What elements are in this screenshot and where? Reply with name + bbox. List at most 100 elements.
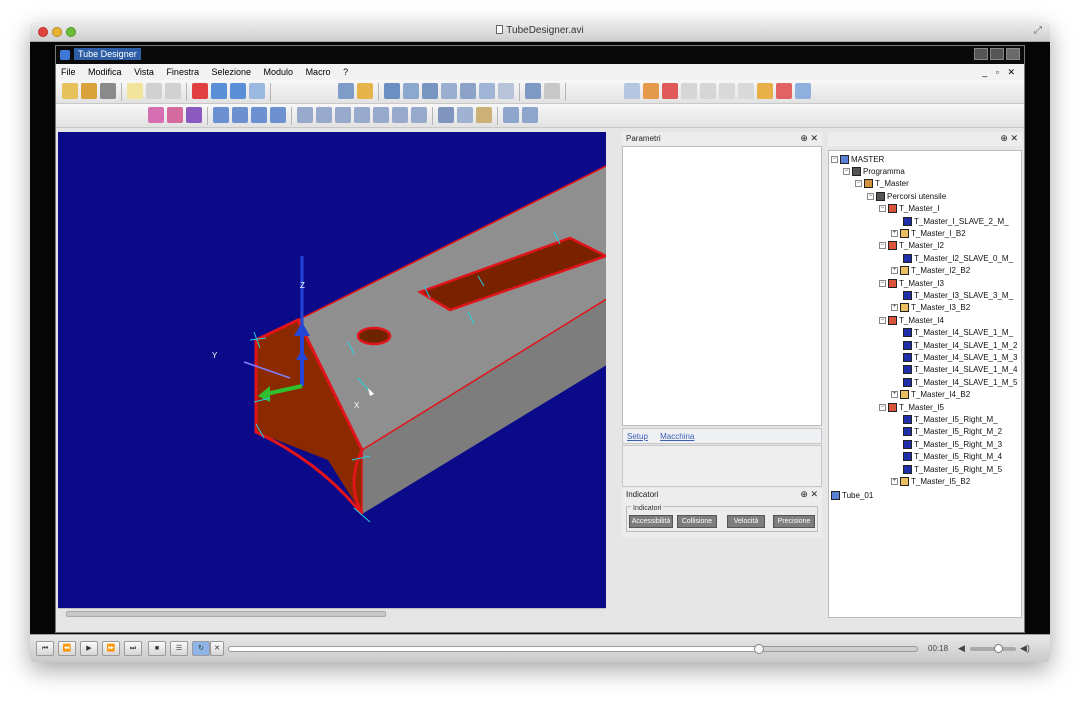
expand-toggle-icon[interactable]: + — [891, 229, 898, 237]
tree-item-t-master[interactable]: − T_Master — [855, 178, 909, 190]
tree-item-percorsi[interactable]: − Percorsi utensile — [867, 190, 946, 202]
simulate-icon[interactable] — [795, 83, 811, 99]
view-right-icon[interactable] — [354, 107, 370, 123]
zoom-window-icon[interactable] — [457, 107, 473, 123]
light-icon[interactable] — [503, 107, 519, 123]
machine-icon[interactable] — [441, 83, 457, 99]
tree-child-item[interactable]: T_Master_I5_Right_M_ — [903, 413, 998, 425]
zoom-out-icon[interactable] — [270, 107, 286, 123]
tube-icon[interactable] — [338, 83, 354, 99]
tree-group-3[interactable]: − T_Master_I3 — [879, 277, 944, 289]
tree-child-item[interactable]: T_Master_I5_Right_M_2 — [903, 426, 1002, 438]
fullscreen-icon[interactable]: ⤢ — [1034, 25, 1042, 36]
shuffle-icon[interactable]: ✕ — [210, 641, 224, 656]
loop-icon[interactable]: ↻ — [192, 641, 210, 656]
3d-viewport[interactable]: Z Y X — [58, 132, 606, 608]
tree-item-programma[interactable]: − Programma — [843, 165, 905, 177]
pan-icon[interactable] — [232, 107, 248, 123]
tree-item-tube[interactable]: Tube_01 — [831, 490, 873, 502]
part-setup-icon[interactable] — [544, 83, 560, 99]
diamond-icon[interactable] — [719, 83, 735, 99]
tree-child-item[interactable]: T_Master_I5_Right_M_5 — [903, 463, 1002, 475]
new-file-icon[interactable] — [62, 83, 78, 99]
precisione-button[interactable]: Precisione — [773, 515, 815, 528]
tree-child-item[interactable]: T_Master_I4_SLAVE_1_M_ — [903, 327, 1013, 339]
redo-icon[interactable] — [165, 83, 181, 99]
expand-toggle-icon[interactable]: − — [879, 403, 886, 411]
view-front-icon[interactable] — [297, 107, 313, 123]
tree-child-item[interactable]: T_Master_I5_Right_M_3 — [903, 438, 1002, 450]
tool-icon[interactable] — [498, 83, 514, 99]
hidden-line-icon[interactable] — [186, 107, 202, 123]
expand-toggle-icon[interactable]: − — [855, 180, 862, 188]
expand-toggle-icon[interactable]: − — [831, 155, 838, 163]
tree-group-4[interactable]: − T_Master_I4 — [879, 314, 944, 326]
tree-root[interactable]: − MASTER — [831, 153, 884, 165]
view-iso-icon[interactable] — [411, 107, 427, 123]
axis-icon[interactable] — [211, 83, 227, 99]
volume-low-icon[interactable]: ◀ — [958, 643, 965, 654]
scrollbar-thumb[interactable] — [66, 611, 386, 617]
cut-curve-icon[interactable] — [192, 83, 208, 99]
scissors-icon[interactable] — [662, 83, 678, 99]
open-folder-icon[interactable] — [81, 83, 97, 99]
shaded-view-icon[interactable] — [148, 107, 164, 123]
mdi-window-controls[interactable]: _ ▫ ✕ — [982, 67, 1018, 78]
maximize-button[interactable] — [990, 48, 1004, 60]
minimize-button[interactable] — [974, 48, 988, 60]
flag-icon[interactable] — [384, 83, 400, 99]
tree-child-item[interactable]: T_Master_I3_SLAVE_3_M_ — [903, 289, 1013, 301]
collisione-button[interactable]: Collisione — [677, 515, 717, 528]
skip-start-icon[interactable]: ⏮ — [36, 641, 54, 656]
tree-child-item[interactable]: T_Master_I4_SLAVE_1_M_2 — [903, 339, 1017, 351]
tab-setup[interactable]: Setup — [627, 432, 648, 441]
tree-child-item[interactable]: T_Master_I4_SLAVE_1_M_3 — [903, 351, 1017, 363]
expand-toggle-icon[interactable]: + — [891, 477, 898, 485]
menu-help[interactable]: ? — [338, 64, 353, 77]
select-cursor-icon[interactable] — [127, 83, 143, 99]
panel-pin-close-icon[interactable]: ⊕ ✕ — [800, 489, 818, 500]
slot-icon[interactable] — [422, 83, 438, 99]
view-bottom-icon[interactable] — [392, 107, 408, 123]
rewind-icon[interactable]: ⏪ — [58, 641, 76, 656]
menu-finestra[interactable]: Finestra — [161, 64, 204, 77]
camera-icon[interactable] — [522, 107, 538, 123]
menu-modifica[interactable]: Modifica — [83, 64, 127, 77]
rotate-view-icon[interactable] — [213, 107, 229, 123]
expand-toggle-icon[interactable]: − — [879, 316, 886, 324]
accessibilita-button[interactable]: Accessibilità — [629, 515, 673, 528]
save-icon[interactable] — [100, 83, 116, 99]
expand-toggle-icon[interactable]: − — [879, 242, 886, 250]
play-icon[interactable]: ▶ — [80, 641, 98, 656]
hole-cut[interactable] — [356, 326, 392, 346]
tree-child-item[interactable]: + T_Master_I5_B2 — [891, 475, 970, 487]
tree-group-2[interactable]: − T_Master_I2 — [879, 240, 944, 252]
seek-bar[interactable] — [228, 644, 918, 654]
tree-group-5[interactable]: − T_Master_I5 — [879, 401, 944, 413]
lead-in-icon[interactable] — [738, 83, 754, 99]
curve-icon[interactable] — [230, 83, 246, 99]
menu-modulo[interactable]: Modulo — [259, 64, 299, 77]
toolpath-icon[interactable] — [643, 83, 659, 99]
tree-child-item[interactable]: + T_Master_I3_B2 — [891, 302, 970, 314]
expand-toggle-icon[interactable]: − — [867, 192, 874, 200]
tree-child-item[interactable]: + T_Master_I4_B2 — [891, 389, 970, 401]
menu-selezione[interactable]: Selezione — [206, 64, 256, 77]
tree-group-1[interactable]: − T_Master_I — [879, 203, 939, 215]
tree-child-item[interactable]: T_Master_I5_Right_M_4 — [903, 451, 1002, 463]
project-tree[interactable]: − MASTER − Programma − T_Master − Percorsi uten… — [828, 150, 1022, 618]
expand-toggle-icon[interactable]: − — [843, 167, 850, 175]
section-icon[interactable] — [476, 107, 492, 123]
expand-toggle-icon[interactable]: + — [891, 304, 898, 312]
skip-end-icon[interactable]: ⏭ — [124, 641, 142, 656]
expand-toggle-icon[interactable]: + — [891, 391, 898, 399]
viewport-horizontal-scrollbar[interactable] — [58, 608, 606, 618]
panel-pin-close-icon[interactable]: ⊕ ✕ — [1000, 133, 1018, 144]
expand-toggle-icon[interactable]: − — [879, 279, 886, 287]
path-icon[interactable] — [624, 83, 640, 99]
rotate-part-icon[interactable] — [460, 83, 476, 99]
clamp-icon[interactable] — [479, 83, 495, 99]
fast-forward-icon[interactable]: ⏩ — [102, 641, 120, 656]
menu-macro[interactable]: Macro — [301, 64, 336, 77]
tree-child-item[interactable]: T_Master_I_SLAVE_2_M_ — [903, 215, 1009, 227]
